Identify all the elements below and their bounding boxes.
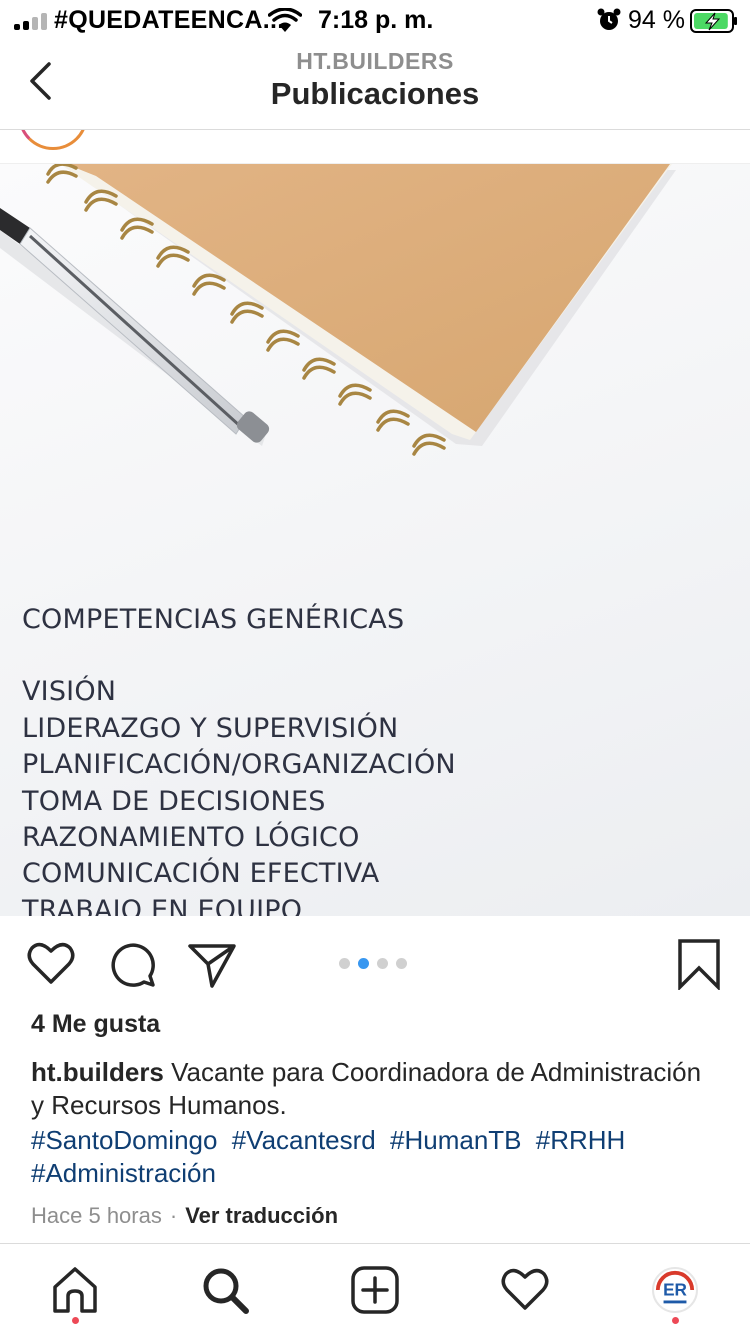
- tab-new-post[interactable]: [347, 1262, 403, 1318]
- nav-header: HT.BUILDERS Publicaciones: [0, 40, 750, 130]
- post-author-avatar[interactable]: [18, 130, 88, 150]
- page-title: Publicaciones: [270, 76, 480, 111]
- signal-icon: [14, 12, 50, 30]
- profile-logo-icon: ER: [655, 1270, 695, 1310]
- heart-icon: [27, 942, 75, 984]
- battery-percent: 94 %: [628, 6, 685, 34]
- status-bar: #QUEDATEENCA... 7:18 p. m. 94 %: [0, 0, 750, 40]
- image-list-item: PLANIFICACIÓN/ORGANIZACIÓN: [22, 749, 456, 781]
- likes-count[interactable]: 4 Me gusta: [31, 1010, 160, 1039]
- meta-separator: ·: [169, 1203, 178, 1228]
- image-list-item: TOMA DE DECISIONES: [22, 785, 326, 817]
- activity-icon: [501, 1268, 549, 1310]
- tab-home[interactable]: [47, 1262, 103, 1318]
- post-action-bar: [0, 930, 750, 1000]
- new-post-icon: [351, 1266, 399, 1314]
- post-meta: Hace 5 horas · Ver traducción: [31, 1203, 338, 1229]
- profile-notification-dot: [672, 1317, 679, 1324]
- profile-avatar: ER: [652, 1267, 698, 1313]
- tab-profile[interactable]: ER: [647, 1262, 703, 1318]
- image-list-item: TRABAJO EN EQUIPO: [22, 894, 303, 916]
- like-button[interactable]: [25, 938, 77, 990]
- comment-icon: [111, 943, 155, 987]
- post-image-text: COMPETENCIAS GENÉRICAS VISIÓN LIDERAZGO …: [22, 602, 456, 916]
- bottom-tab-bar: ER: [0, 1243, 750, 1334]
- alarm-icon: [597, 8, 621, 30]
- carousel-dot: [396, 958, 407, 969]
- bookmark-icon: [678, 939, 720, 992]
- share-button[interactable]: [186, 938, 238, 990]
- post-header: [0, 130, 750, 164]
- wifi-icon: [268, 8, 302, 32]
- profile-initials: ER: [663, 1280, 687, 1300]
- search-icon: [203, 1268, 249, 1314]
- carousel-dot: [358, 958, 369, 969]
- battery-charging-icon: [690, 9, 737, 33]
- image-list-item: COMUNICACIÓN EFECTIVA: [22, 858, 380, 890]
- image-list-item: LIDERAZGO Y SUPERVISIÓN: [22, 712, 399, 744]
- caption-username[interactable]: ht.builders: [31, 1057, 164, 1087]
- post-caption: ht.builders Vacante para Coordinadora de…: [31, 1056, 721, 1122]
- image-heading: COMPETENCIAS GENÉRICAS: [22, 604, 405, 635]
- tab-activity[interactable]: [497, 1262, 553, 1318]
- save-button[interactable]: [673, 938, 725, 992]
- comment-button[interactable]: [106, 938, 158, 990]
- carousel-dot: [377, 958, 388, 969]
- carousel-dot: [339, 958, 350, 969]
- image-list-item: VISIÓN: [22, 676, 117, 708]
- image-list-item: RAZONAMIENTO LÓGICO: [22, 822, 360, 854]
- share-icon: [188, 944, 236, 988]
- hashtag-list: #SantoDomingo #Vacantesrd #HumanTB #RRHH…: [31, 1124, 721, 1190]
- hashtag-link[interactable]: #SantoDomingo: [31, 1125, 217, 1155]
- carrier-name: #QUEDATEENCA...: [54, 6, 285, 34]
- post-timestamp: Hace 5 horas: [31, 1203, 162, 1228]
- carousel-indicator: [339, 958, 407, 970]
- hashtag-link[interactable]: #RRHH: [536, 1125, 626, 1155]
- hashtag-link[interactable]: #Vacantesrd: [232, 1125, 376, 1155]
- tab-search[interactable]: [197, 1262, 253, 1318]
- home-icon: [53, 1267, 97, 1313]
- hashtag-link[interactable]: #Administración: [31, 1158, 216, 1188]
- see-translation-link[interactable]: Ver traducción: [185, 1203, 338, 1228]
- home-notification-dot: [72, 1317, 79, 1324]
- hashtag-link[interactable]: #HumanTB: [390, 1125, 522, 1155]
- account-name: HT.BUILDERS: [296, 48, 454, 74]
- clock-time: 7:18 p. m.: [318, 6, 434, 34]
- post-image[interactable]: COMPETENCIAS GENÉRICAS VISIÓN LIDERAZGO …: [0, 164, 750, 916]
